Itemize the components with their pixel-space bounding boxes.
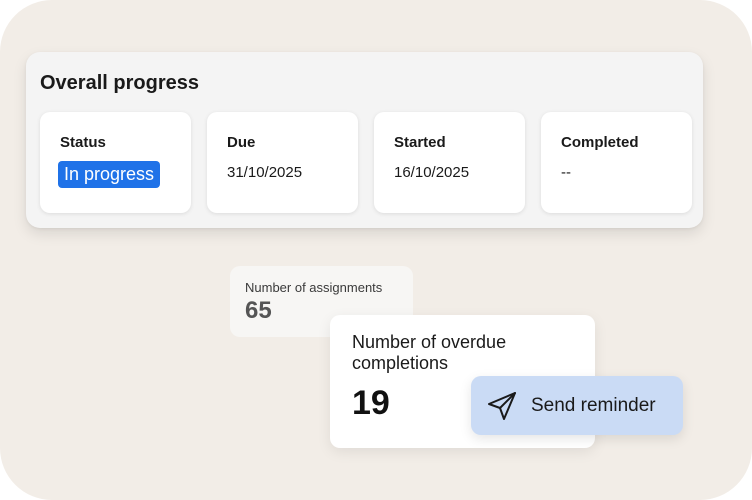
overall-progress-panel: Overall progress Status In progress Due … <box>26 52 703 228</box>
send-reminder-button[interactable]: Send reminder <box>471 376 683 435</box>
canvas: Overall progress Status In progress Due … <box>0 0 752 500</box>
due-date: 31/10/2025 <box>227 164 303 181</box>
due-card: Due 31/10/2025 <box>207 112 358 213</box>
completed-label: Completed <box>561 134 639 151</box>
status-card: Status In progress <box>40 112 191 213</box>
started-date: 16/10/2025 <box>394 164 470 181</box>
send-icon <box>485 389 519 423</box>
overdue-label: Number of overdue completions <box>352 332 507 373</box>
status-badge: In progress <box>58 161 161 188</box>
send-reminder-label: Send reminder <box>531 394 656 416</box>
completed-card: Completed -- <box>541 112 692 213</box>
completed-date: -- <box>561 164 571 181</box>
progress-cards: Status In progress Due 31/10/2025 Starte… <box>40 112 692 213</box>
assignments-label: Number of assignments <box>245 280 383 295</box>
started-label: Started <box>394 134 446 151</box>
due-label: Due <box>227 134 256 151</box>
panel-title: Overall progress <box>40 72 199 94</box>
status-label: Status <box>60 134 106 151</box>
started-card: Started 16/10/2025 <box>374 112 525 213</box>
